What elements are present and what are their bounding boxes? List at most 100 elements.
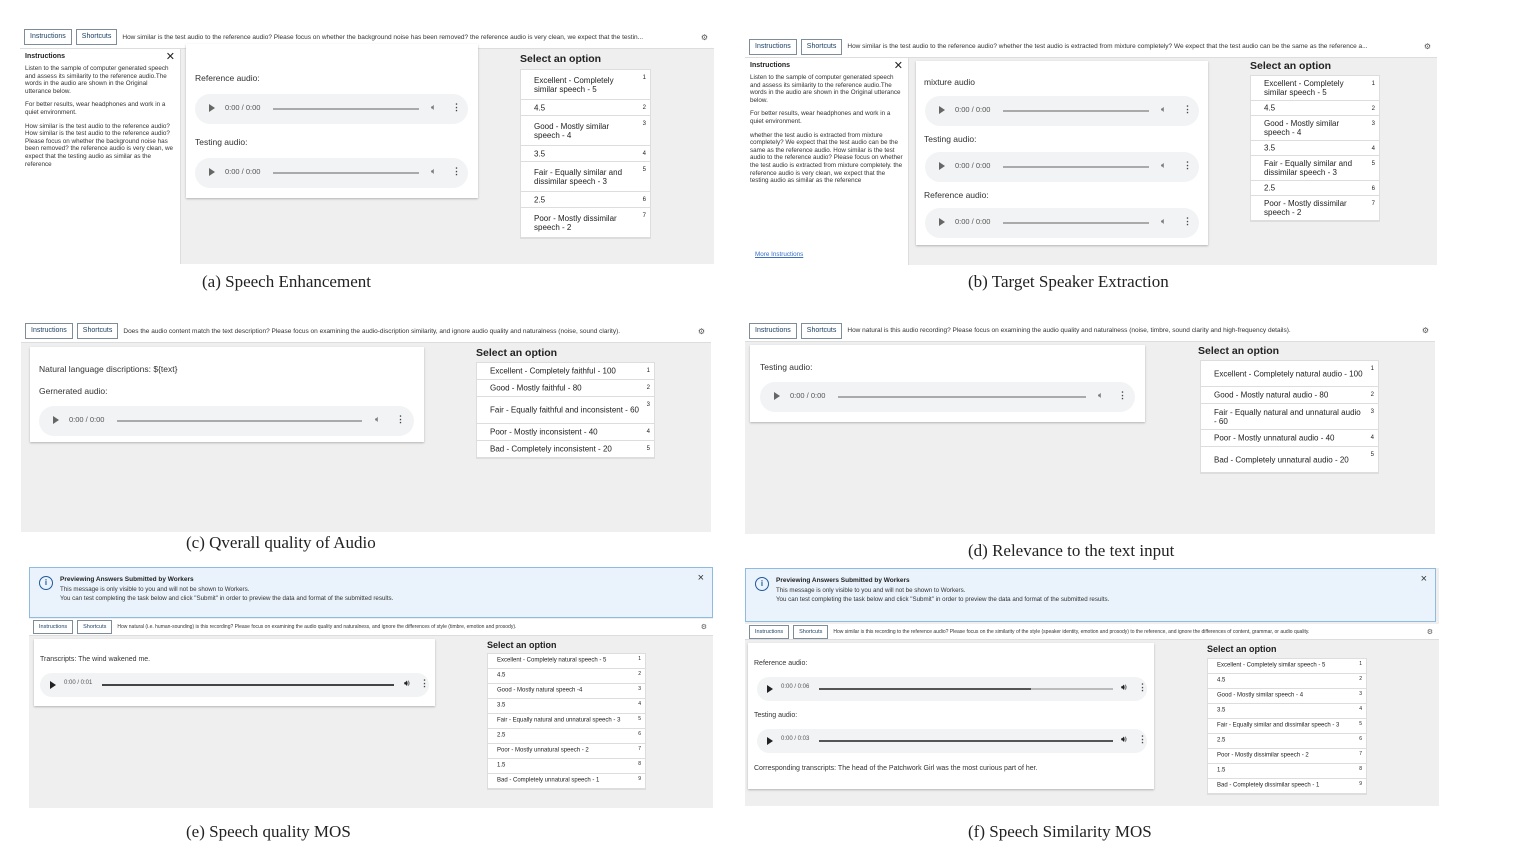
play-icon[interactable] [53, 416, 59, 424]
shortcuts-button[interactable]: Shortcuts [75, 29, 118, 45]
more-vert-icon[interactable]: ⋮ [396, 414, 405, 425]
shortcuts-button[interactable]: Shortcuts [800, 322, 843, 339]
instructions-button[interactable]: Instructions [749, 624, 790, 639]
option-item[interactable]: 2.5 6 [1208, 734, 1366, 749]
volume-icon[interactable]: 🔈︎ [1098, 390, 1103, 401]
progress-track[interactable] [1003, 222, 1149, 224]
option-item[interactable]: Bad - Completely dissimilar speech - 1 9 [1208, 779, 1366, 794]
gear-icon[interactable]: ⚙ [1422, 326, 1429, 335]
option-item[interactable]: Excellent - Completely similar speech - … [1251, 76, 1379, 101]
more-instructions-link[interactable]: More Instructions [755, 251, 803, 259]
volume-icon[interactable]: 🔈︎ [431, 102, 436, 113]
play-icon[interactable] [939, 106, 945, 114]
gear-icon[interactable]: ⚙ [701, 33, 708, 42]
option-item[interactable]: 2.5 6 [1251, 181, 1379, 196]
option-item[interactable]: Fair - Equally natural and unnatural spe… [488, 714, 645, 729]
more-vert-icon[interactable]: ⋮ [1183, 104, 1192, 115]
option-item[interactable]: 4.5 2 [1208, 674, 1366, 689]
progress-track[interactable] [819, 688, 1113, 690]
more-vert-icon[interactable]: ⋮ [452, 166, 461, 177]
volume-icon[interactable]: 🔊︎ [1121, 734, 1127, 745]
shortcuts-button[interactable]: Shortcuts [793, 624, 829, 639]
instructions-button[interactable]: Instructions [24, 29, 72, 45]
option-item[interactable]: Good - Mostly similar speech - 4 3 [1251, 116, 1379, 141]
instructions-button[interactable]: Instructions [749, 322, 797, 339]
audio-player[interactable]: 0:00 / 0:06 🔊︎ ⋮ [757, 677, 1147, 701]
audio-player[interactable]: 0:00 / 0:03 🔊︎ ⋮ [757, 729, 1147, 753]
more-vert-icon[interactable]: ⋮ [420, 678, 429, 689]
instructions-button[interactable]: Instructions [749, 38, 797, 55]
option-item[interactable]: 3.5 4 [1251, 141, 1379, 156]
option-item[interactable]: 3.5 4 [521, 146, 650, 162]
progress-track[interactable] [819, 740, 1113, 742]
instructions-button[interactable]: Instructions [25, 323, 73, 339]
option-item[interactable]: Excellent - Completely natural audio - 1… [1201, 361, 1378, 387]
more-vert-icon[interactable]: ⋮ [1138, 734, 1147, 745]
volume-icon[interactable]: 🔈︎ [1161, 216, 1166, 227]
option-item[interactable]: 2.5 6 [488, 729, 645, 744]
audio-player[interactable]: 0:00 / 0:00 🔈︎ ⋮ [760, 382, 1135, 412]
volume-icon[interactable]: 🔊︎ [404, 678, 410, 689]
option-item[interactable]: Fair - Equally similar and dissimilar sp… [1251, 156, 1379, 181]
audio-player[interactable]: 0:00 / 0:01 🔊︎ ⋮ [40, 673, 429, 697]
option-item[interactable]: Poor - Mostly unnatural speech - 2 7 [488, 744, 645, 759]
gear-icon[interactable]: ⚙ [701, 623, 707, 631]
option-item[interactable]: 4.5 2 [1251, 101, 1379, 116]
audio-player[interactable]: 0:00 / 0:00 🔈︎ ⋮ [195, 158, 468, 188]
option-item[interactable]: 2.5 6 [521, 192, 650, 208]
play-icon[interactable] [209, 168, 215, 176]
audio-player[interactable]: 0:00 / 0:00 🔈︎ ⋮ [925, 208, 1199, 238]
more-vert-icon[interactable]: ⋮ [1138, 682, 1147, 693]
volume-icon[interactable]: 🔈︎ [1161, 104, 1166, 115]
option-item[interactable]: Good - Mostly natural audio - 80 2 [1201, 387, 1378, 404]
option-item[interactable]: 1.5 8 [488, 759, 645, 774]
option-item[interactable]: Good - Mostly faithful - 80 2 [477, 380, 654, 397]
option-item[interactable]: Good - Mostly natural speech -4 3 [488, 684, 645, 699]
more-vert-icon[interactable]: ⋮ [1183, 216, 1192, 227]
volume-icon[interactable]: 🔈︎ [1161, 160, 1166, 171]
option-item[interactable]: 3.5 4 [488, 699, 645, 714]
option-item[interactable]: 1.5 8 [1208, 764, 1366, 779]
more-vert-icon[interactable]: ⋮ [1118, 390, 1127, 401]
play-icon[interactable] [209, 104, 215, 112]
option-item[interactable]: Good - Mostly similar speech - 4 3 [1208, 689, 1366, 704]
play-icon[interactable] [939, 218, 945, 226]
audio-player[interactable]: 0:00 / 0:00 🔈︎ ⋮ [925, 96, 1199, 126]
progress-track[interactable] [1003, 110, 1149, 112]
option-item[interactable]: Poor - Mostly dissimilar speech - 2 7 [1208, 749, 1366, 764]
option-item[interactable]: Fair - Equally similar and dissimilar sp… [1208, 719, 1366, 734]
progress-track[interactable] [273, 172, 419, 174]
option-item[interactable]: Poor - Mostly dissimilar speech - 2 7 [1251, 196, 1379, 221]
instructions-button[interactable]: Instructions [33, 620, 74, 634]
gear-icon[interactable]: ⚙ [1424, 42, 1431, 51]
play-icon[interactable] [774, 392, 780, 400]
audio-player[interactable]: 0:00 / 0:00 🔈︎ ⋮ [195, 94, 468, 124]
progress-track[interactable] [1003, 166, 1149, 168]
play-icon[interactable] [50, 681, 56, 689]
close-icon[interactable]: ✕ [166, 52, 175, 63]
option-item[interactable]: Poor - Mostly inconsistent - 40 4 [477, 424, 654, 441]
progress-track[interactable] [273, 108, 419, 110]
shortcuts-button[interactable]: Shortcuts [800, 38, 843, 55]
option-item[interactable]: Bad - Completely unnatural speech - 1 9 [488, 774, 645, 789]
more-vert-icon[interactable]: ⋮ [452, 102, 461, 113]
progress-track[interactable] [117, 420, 362, 422]
volume-icon[interactable]: 🔊︎ [1121, 682, 1127, 693]
audio-player[interactable]: 0:00 / 0:00 🔈︎ ⋮ [39, 406, 414, 436]
option-item[interactable]: Fair - Equally faithful and inconsistent… [477, 397, 654, 424]
option-item[interactable]: Poor - Mostly unnatural audio - 40 4 [1201, 430, 1378, 447]
shortcuts-button[interactable]: Shortcuts [76, 323, 119, 339]
progress-track[interactable] [102, 684, 394, 686]
close-icon[interactable]: ✕ [894, 61, 903, 72]
option-item[interactable]: Bad - Completely unnatural audio - 20 5 [1201, 447, 1378, 473]
option-item[interactable]: Excellent - Completely natural speech - … [488, 654, 645, 669]
play-icon[interactable] [767, 737, 773, 745]
option-item[interactable]: Good - Mostly similar speech - 4 3 [521, 116, 650, 146]
option-item[interactable]: Fair - Equally similar and dissimilar sp… [521, 162, 650, 192]
gear-icon[interactable]: ⚙ [698, 327, 705, 336]
option-item[interactable]: Poor - Mostly dissimilar speech - 2 7 [521, 208, 650, 238]
option-item[interactable]: Excellent - Completely similar speech - … [1208, 659, 1366, 674]
option-item[interactable]: 3.5 4 [1208, 704, 1366, 719]
play-icon[interactable] [767, 685, 773, 693]
option-item[interactable]: Excellent - Completely similar speech - … [521, 70, 650, 100]
